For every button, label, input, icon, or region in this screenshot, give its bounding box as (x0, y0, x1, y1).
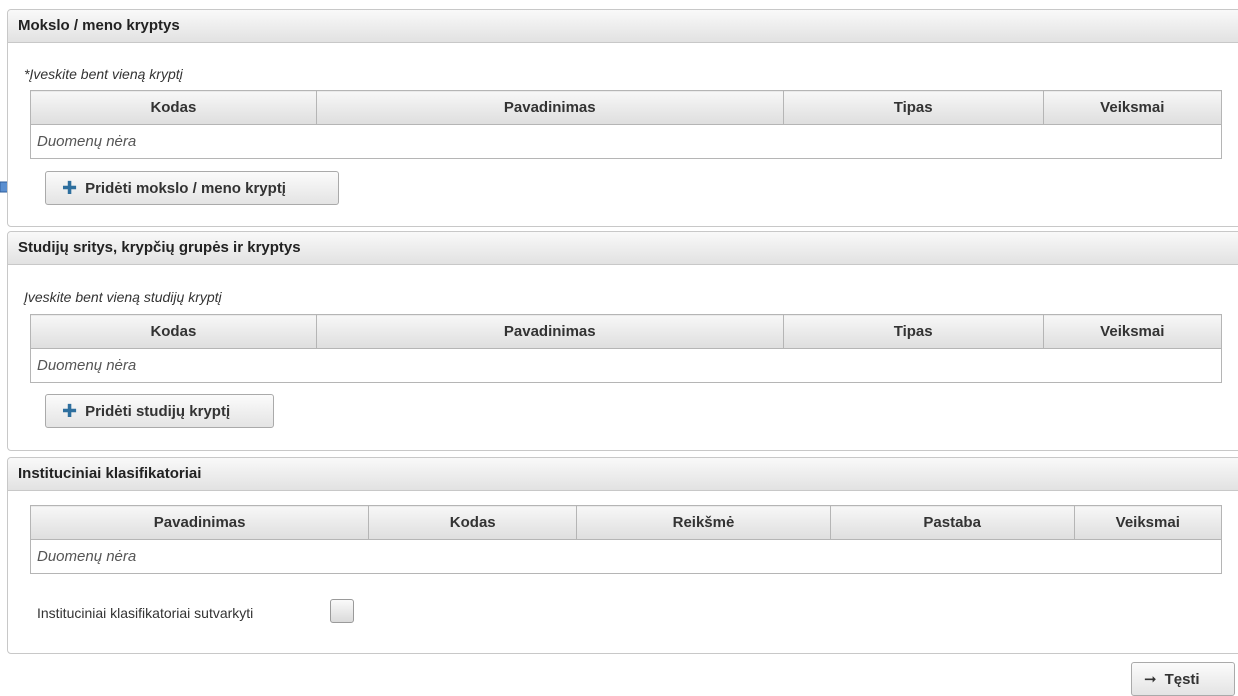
add-study-direction-button[interactable]: ✚ Pridėti studijų kryptį (45, 394, 274, 428)
column-header[interactable]: Veiksmai (1073, 505, 1223, 540)
panel-hint: Įveskite bent vieną studijų kryptį (24, 289, 222, 305)
button-label: Tęsti (1164, 670, 1200, 688)
column-header[interactable]: Pavadinimas (315, 90, 784, 125)
panel-title: Mokslo / meno kryptys (8, 10, 1238, 43)
empty-row: Duomenų nėra (30, 539, 1222, 574)
classifiers-done-checkbox[interactable] (330, 599, 354, 623)
panel-title: Instituciniai klasifikatoriai (8, 458, 1238, 491)
column-header[interactable]: Tipas (782, 314, 1044, 349)
arrow-right-icon: ➞ (1144, 671, 1157, 688)
panel-hint: *Įveskite bent vieną kryptį (24, 66, 183, 82)
study-directions-table: Kodas Pavadinimas Tipas Veiksmai Duomenų… (30, 314, 1223, 383)
classifiers-done-label: Instituciniai klasifikatoriai sutvarkyti (37, 605, 254, 621)
plus-icon: ✚ (62, 178, 78, 198)
column-header[interactable]: Kodas (30, 90, 317, 125)
button-label: Pridėti studijų kryptį (85, 402, 231, 420)
empty-row: Duomenų nėra (30, 348, 1222, 383)
column-header[interactable]: Kodas (30, 314, 317, 349)
add-science-direction-button[interactable]: ✚ Pridėti mokslo / meno kryptį (45, 171, 339, 205)
column-header[interactable]: Tipas (782, 90, 1044, 125)
classifiers-table: Pavadinimas Kodas Reikšmė Pastaba Veiksm… (29, 505, 1223, 574)
column-header[interactable]: Pastaba (829, 505, 1075, 540)
column-header[interactable]: Pavadinimas (315, 314, 784, 349)
empty-row: Duomenų nėra (30, 124, 1222, 159)
column-header[interactable]: Veiksmai (1042, 90, 1223, 125)
column-header[interactable]: Veiksmai (1042, 314, 1223, 349)
panel-title: Studijų sritys, krypčių grupės ir krypty… (8, 232, 1238, 265)
column-header[interactable]: Pavadinimas (29, 505, 370, 540)
column-header[interactable]: Kodas (368, 505, 578, 540)
plus-icon: ✚ (62, 401, 78, 421)
directions-table: Kodas Pavadinimas Tipas Veiksmai Duomenų… (30, 90, 1223, 159)
button-label: Pridėti mokslo / meno kryptį (85, 179, 286, 197)
column-header[interactable]: Reikšmė (576, 505, 831, 540)
